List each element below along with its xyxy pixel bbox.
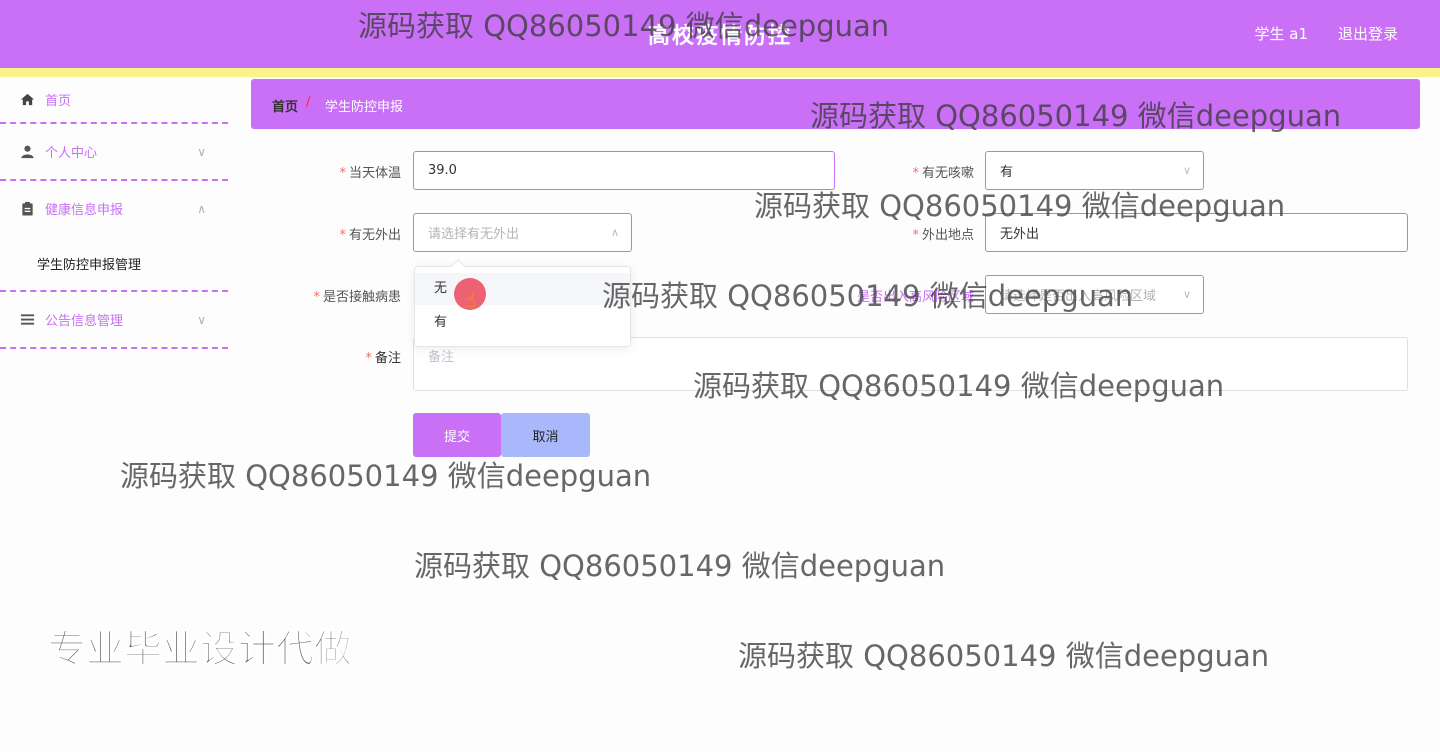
sidebar-item-announcements[interactable]: 公告信息管理 ∨ — [0, 292, 228, 349]
promo-banner: 专业毕业设计代做 — [47, 627, 353, 672]
chevron-down-icon: ∨ — [197, 312, 206, 327]
sidebar-item-label: 个人中心 — [45, 146, 98, 161]
outing-place-input[interactable]: 无外出 — [985, 213, 1408, 252]
chevron-down-icon: ∨ — [1182, 288, 1191, 301]
cough-select[interactable]: 有 ∨ — [985, 151, 1204, 190]
temperature-label: * 当天体温 — [339, 166, 401, 181]
list-icon — [20, 314, 35, 325]
header-divider — [0, 68, 1440, 77]
sidebar-subitem-student-report[interactable]: 学生防控申报管理 — [0, 236, 228, 292]
outing-label: * 有无外出 — [339, 228, 401, 243]
sidebar-item-health-report[interactable]: 健康信息申报 ∧ — [0, 181, 228, 236]
cancel-button[interactable]: 取消 — [501, 413, 590, 457]
cough-label: * 有无咳嗽 — [912, 166, 974, 181]
contact-label: * 是否接触病患 — [313, 290, 401, 305]
chevron-up-icon: ∧ — [197, 201, 206, 216]
sidebar-item-label: 公告信息管理 — [45, 314, 124, 329]
logout-link[interactable]: 退出登录 — [1338, 23, 1398, 44]
note-label: * 备注 — [365, 351, 401, 366]
chevron-down-icon: ∨ — [1182, 164, 1191, 177]
breadcrumb: 首页 / 学生防控申报 — [251, 79, 1420, 129]
user-icon — [21, 145, 34, 159]
high-risk-select[interactable]: 请选择是否出入高风险区域 ∨ — [985, 275, 1204, 314]
dropdown-option-yes[interactable]: 有 — [415, 307, 630, 339]
dropdown-option-none[interactable]: 无 — [415, 273, 630, 305]
sidebar-subitem-label: 学生防控申报管理 — [37, 258, 142, 273]
sidebar-item-personal-center[interactable]: 个人中心 ∨ — [0, 124, 228, 181]
dropdown-pointer — [450, 258, 466, 274]
breadcrumb-home[interactable]: 首页 — [272, 96, 298, 115]
outing-dropdown: 无 有 — [414, 258, 631, 347]
sidebar-item-label: 健康信息申报 — [45, 203, 124, 218]
high-risk-label: 是否出入高风险区域 — [856, 290, 974, 305]
sidebar-item-home[interactable]: 首页 — [0, 77, 228, 124]
sidebar-item-label: 首页 — [45, 94, 72, 109]
breadcrumb-separator: / — [306, 95, 311, 110]
chevron-up-icon: ∧ — [610, 226, 619, 239]
chevron-down-icon: ∨ — [197, 144, 206, 159]
submit-button[interactable]: 提交 — [413, 413, 501, 457]
outing-place-label: * 外出地点 — [912, 228, 974, 243]
app-title: 高校疫情防控 — [647, 24, 792, 49]
outing-select[interactable]: 请选择有无外出 ∧ — [413, 213, 632, 252]
temperature-input[interactable]: 39.0 — [413, 151, 835, 190]
breadcrumb-current: 学生防控申报 — [325, 100, 404, 115]
home-icon — [20, 93, 35, 106]
hand-cursor-icon: ☝ — [464, 288, 477, 312]
top-header: 高校疫情防控 学生 a1 退出登录 — [0, 0, 1440, 68]
current-user: 学生 a1 — [1254, 25, 1308, 43]
clipboard-icon — [22, 201, 33, 216]
main-content: 首页 / 学生防控申报 * 当天体温 39.0 * 有无咳嗽 有 ∨ * 有无外出 请选… — [228, 77, 1440, 752]
